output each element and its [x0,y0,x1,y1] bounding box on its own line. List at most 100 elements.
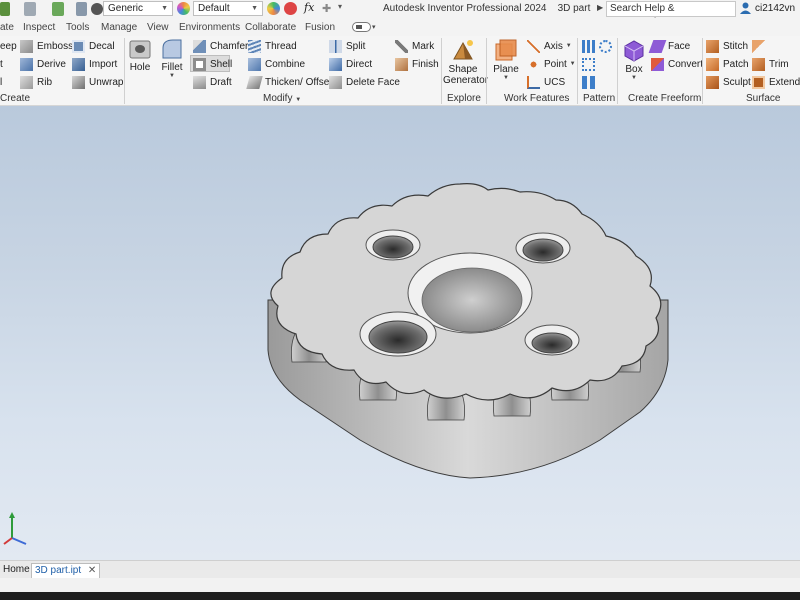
unwrap-button[interactable]: Unwrap [72,74,123,90]
document-tab-bar: Home 3D part.ipt ✕ [0,560,800,578]
split-button[interactable]: Split [329,38,365,54]
fx-icon[interactable]: fx [304,1,314,14]
import-label: Import [89,58,118,70]
ribbon-display-toggle-icon[interactable] [352,22,371,32]
finish-button[interactable]: Finish [395,56,439,72]
axis-icon [527,39,540,53]
mirror-button[interactable] [582,74,599,90]
plane-icon [495,39,517,61]
new-icon[interactable] [0,2,10,16]
shape-generator-button[interactable]: Shape Generator [443,38,488,86]
tab-tools[interactable]: Tools [66,22,89,33]
rib-label: Rib [37,76,53,88]
decal-button[interactable]: Decal [72,38,115,54]
convert-button[interactable]: Convert [651,56,703,72]
convert-label: Convert [668,58,704,70]
face-icon [648,39,667,53]
close-icon[interactable]: ✕ [88,565,96,576]
tab-create[interactable]: ate [0,22,14,33]
tab-home[interactable]: Home [0,563,33,578]
rib-button[interactable]: Rib [20,74,52,90]
rib-icon [20,75,33,89]
face-button[interactable]: Face [648,38,690,54]
stop-icon[interactable] [91,3,103,15]
ucs-button[interactable]: UCS [527,74,565,90]
shell-icon [193,57,206,71]
coil-button[interactable]: l [0,74,2,90]
appearance-dropdown[interactable]: Default ▼ [193,1,263,16]
sweep-button[interactable]: eep [0,38,17,54]
thicken-offset-button[interactable]: Thicken/ Offset [246,74,332,90]
graphics-viewport[interactable] [0,106,800,560]
panel-divider [486,38,487,104]
split-icon [329,39,342,53]
fillet-dropdown-icon[interactable]: ▼ [159,73,185,79]
extend-button[interactable]: Extend [752,74,800,90]
tab-fusion[interactable]: Fusion [305,22,335,33]
patch-label: Patch [723,58,749,70]
plus-icon[interactable]: ✚ [322,2,331,15]
clear-appearance-icon[interactable] [284,2,297,15]
import-button[interactable]: Import [72,56,117,72]
material-icon[interactable] [177,2,190,15]
box-button[interactable]: Box ▼ [620,38,648,81]
plane-button[interactable]: Plane ▼ [492,38,520,81]
hole-button[interactable]: Hole [128,38,152,73]
tab-inspect[interactable]: Inspect [23,22,55,33]
axis-button[interactable]: Axis ▼ [527,38,572,54]
tab-collaborate[interactable]: Collaborate [245,22,296,33]
point-button[interactable]: Point ▼ [527,56,576,72]
draft-button[interactable]: Draft [193,74,232,90]
tab-environments[interactable]: Environments [179,22,240,33]
trim-button[interactable]: Trim [752,56,789,72]
view-triad-icon[interactable] [2,510,32,550]
combine-button[interactable]: Combine [248,56,305,72]
search-input[interactable]: Search Help & Commands... [606,1,736,28]
tab-manage[interactable]: Manage [101,22,137,33]
direct-button[interactable]: Direct [329,56,372,72]
work-features-panel-label[interactable]: Work Features [504,93,569,104]
thread-button[interactable]: Thread [248,38,297,54]
link-icon[interactable] [76,2,87,16]
sketch-pattern-icon [582,57,595,71]
appearance-icon[interactable] [267,2,280,15]
stitch-button[interactable]: Stitch [706,38,748,54]
shell-button[interactable]: Shell [193,56,232,72]
patch-button[interactable]: Patch [706,56,749,72]
loft-button[interactable]: t [0,56,3,72]
gear-part-model[interactable] [0,106,800,560]
tab-view[interactable]: View [147,22,169,33]
circular-pattern-button[interactable] [599,38,616,54]
tab-3d-part[interactable]: 3D part.ipt ✕ [31,563,101,578]
delete-face-button[interactable]: Delete Face [329,74,400,90]
search-expand-icon[interactable]: ▶ [597,3,603,12]
axis-label: Axis [544,40,563,52]
finish-label: Finish [412,58,439,70]
emboss-button[interactable]: Emboss [20,38,73,54]
chamfer-button[interactable]: Chamfer [193,38,248,54]
redo-icon[interactable] [52,2,64,16]
explore-panel-label[interactable]: Explore [447,93,481,104]
finish-icon [395,57,408,71]
surface-panel-label[interactable]: Surface [746,93,780,104]
material-dropdown[interactable]: Generic ▼ [103,1,173,16]
create-freeform-panel-label[interactable]: Create Freeform [628,93,701,104]
ruled-surface-button[interactable] [752,38,769,54]
ribbon-display-arrow-icon[interactable]: ▾ [372,23,376,31]
sculpt-button[interactable]: Sculpt [706,74,751,90]
undo-icon[interactable] [24,2,36,16]
pattern-panel-label[interactable]: Pattern [583,93,615,104]
rectangular-pattern-button[interactable] [582,38,599,54]
modify-panel-label[interactable]: Modify ▼ [263,93,301,104]
sketch-pattern-button[interactable] [582,56,599,72]
point-label: Point [544,58,567,70]
user-account[interactable]: ci2142vn [740,2,795,14]
qat-menu-icon[interactable]: ▾ [338,2,342,11]
derive-button[interactable]: Derive [20,56,66,72]
mark-button[interactable]: Mark [395,38,434,54]
trim-label: Trim [769,58,789,70]
box-dropdown-icon[interactable]: ▼ [620,75,648,81]
plane-dropdown-icon[interactable]: ▼ [492,75,520,81]
fillet-button[interactable]: Fillet ▼ [159,38,185,79]
create-panel-label[interactable]: Create [0,93,30,104]
